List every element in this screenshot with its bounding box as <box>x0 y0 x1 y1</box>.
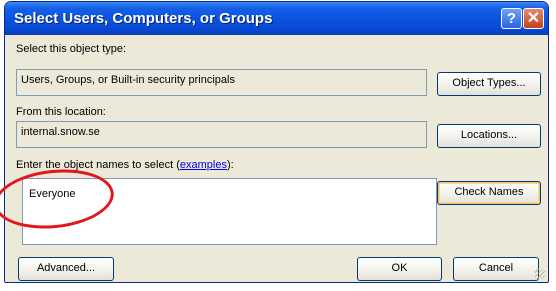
object-type-label: Select this object type: <box>16 43 127 55</box>
object-type-field: Users, Groups, or Built-in security prin… <box>16 69 427 96</box>
object-names-label: Enter the object names to select (exampl… <box>16 159 234 171</box>
check-names-button[interactable]: Check Names <box>437 181 541 205</box>
dialog-title: Select Users, Computers, or Groups <box>14 10 273 27</box>
object-names-label-text: Enter the object names to select ( <box>16 159 180 171</box>
object-types-button[interactable]: Object Types... <box>437 72 541 96</box>
ok-button[interactable]: OK <box>357 257 442 281</box>
cancel-button[interactable]: Cancel <box>453 257 539 281</box>
advanced-button[interactable]: Advanced... <box>18 257 114 281</box>
select-users-dialog: Select Users, Computers, or Groups ? ✕ S… <box>4 1 549 283</box>
title-bar[interactable]: Select Users, Computers, or Groups ? ✕ <box>5 2 548 35</box>
help-button[interactable]: ? <box>501 8 522 29</box>
location-label: From this location: <box>16 106 106 118</box>
resize-grip[interactable] <box>535 269 545 279</box>
locations-button[interactable]: Locations... <box>437 124 541 148</box>
examples-link[interactable]: examples <box>180 159 227 171</box>
location-field: internal.snow.se <box>16 121 427 148</box>
close-button[interactable]: ✕ <box>523 8 544 29</box>
object-names-label-suffix: ): <box>226 159 234 171</box>
